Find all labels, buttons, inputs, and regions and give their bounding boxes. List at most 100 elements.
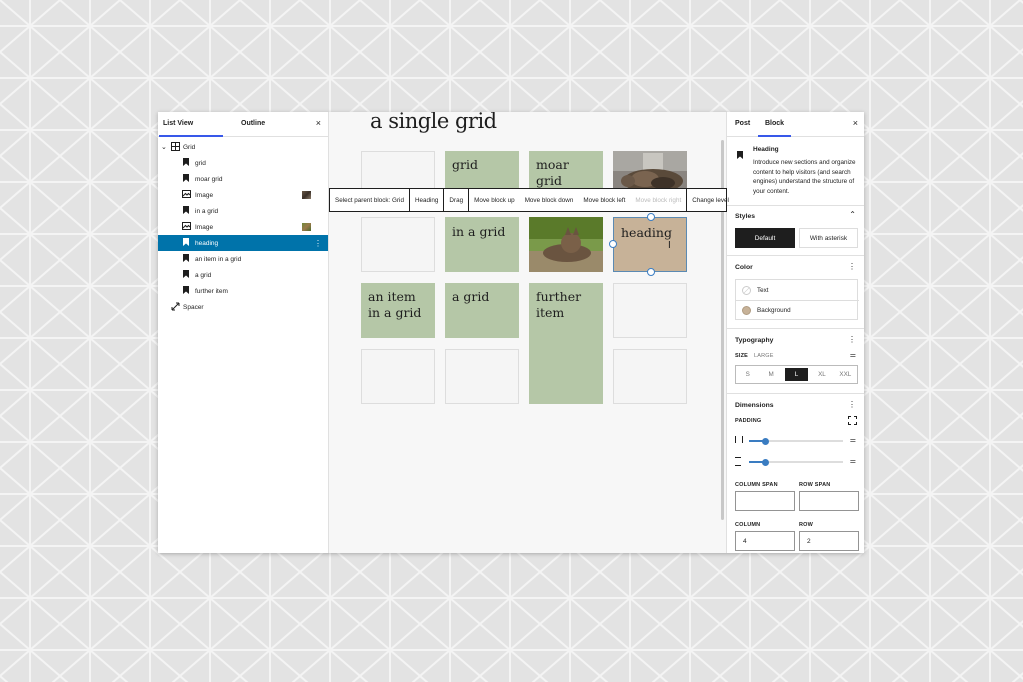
column-span-input[interactable] (735, 491, 795, 511)
list-item-heading[interactable]: an item in a grid (158, 251, 328, 267)
sliders-icon[interactable]: ⚌ (850, 457, 856, 465)
more-options-icon[interactable]: ⋮ (314, 239, 322, 248)
bookmark-icon (181, 158, 191, 168)
page-title[interactable]: a single grid (370, 112, 497, 133)
row-label: ROW (799, 522, 814, 528)
options-icon[interactable]: ⋮ (848, 335, 856, 344)
color-title: Color (735, 264, 753, 271)
grid-cell[interactable]: a grid (445, 283, 519, 338)
bookmark-icon (181, 254, 191, 264)
cat-outdoor-photo (529, 217, 603, 272)
move-down-button[interactable]: Move block down (520, 189, 579, 211)
color-item-label: Background (757, 306, 791, 314)
background-swatch-icon (742, 305, 751, 315)
list-item-label: a grid (195, 271, 212, 279)
block-name: Heading (753, 146, 779, 153)
close-icon[interactable]: × (316, 118, 321, 128)
size-option-s[interactable]: S (736, 366, 759, 383)
list-item-label: moar grid (195, 175, 223, 183)
horizontal-padding-slider[interactable] (749, 458, 843, 466)
resize-handle-top[interactable] (647, 213, 655, 221)
bookmark-icon (181, 270, 191, 280)
tab-post[interactable]: Post (735, 120, 750, 127)
tab-outline[interactable]: Outline (241, 120, 265, 127)
image-icon (181, 190, 191, 200)
list-item-heading[interactable]: moar grid (158, 171, 328, 187)
grid-cell[interactable]: an item in a grid (361, 283, 435, 338)
options-icon[interactable]: ⋮ (848, 400, 856, 409)
drag-handle[interactable]: Drag (444, 189, 470, 211)
block-type-button[interactable]: Heading (410, 189, 445, 211)
list-item-image[interactable]: Image (158, 219, 328, 235)
close-icon[interactable]: × (853, 118, 858, 128)
size-option-xl[interactable]: XL (810, 366, 833, 383)
grid-image-cat-outdoor[interactable] (529, 217, 603, 272)
column-span-label: COLUMN SPAN (735, 482, 778, 488)
color-options: Text Background (735, 279, 859, 320)
list-item-spacer[interactable]: Spacer (158, 299, 328, 315)
move-up-button[interactable]: Move block up (469, 189, 520, 211)
slider-thumb[interactable] (762, 437, 769, 445)
list-item-heading[interactable]: grid (158, 155, 328, 171)
list-item-heading[interactable]: further item (158, 283, 328, 299)
list-item-label: Spacer (183, 303, 204, 311)
text-color-option[interactable]: Text (736, 280, 859, 301)
color-item-label: Text (757, 286, 769, 294)
row-span-input[interactable] (799, 491, 859, 511)
resize-handle-left[interactable] (609, 240, 617, 248)
size-option-xxl[interactable]: XXL (834, 366, 857, 383)
grid-cell-empty[interactable] (361, 349, 435, 404)
tab-list-view[interactable]: List View (158, 120, 224, 137)
select-parent-button[interactable]: Select parent block: Grid (330, 189, 410, 211)
dimensions-title: Dimensions (735, 402, 774, 409)
bookmark-icon (181, 238, 191, 248)
list-item-label: Grid (183, 143, 196, 151)
grid-cell-empty[interactable] (445, 349, 519, 404)
size-option-l[interactable]: L (784, 368, 809, 381)
list-item-heading[interactable]: a grid (158, 267, 328, 283)
block-settings-panel: Post Block × Heading Introduce new secti… (726, 112, 864, 553)
image-thumbnail (302, 191, 311, 199)
tab-block[interactable]: Block (757, 120, 792, 137)
font-size-picker: S M L XL XXL (735, 365, 858, 384)
resize-icon (170, 302, 180, 313)
style-default-button[interactable]: Default (735, 228, 795, 248)
change-level-button[interactable]: Change level (687, 189, 734, 211)
link-sides-icon[interactable] (848, 416, 857, 425)
grid-cell-tall[interactable]: further item (529, 283, 603, 404)
chevron-down-icon[interactable]: ⌄ (161, 143, 167, 151)
size-label: SIZE (735, 353, 749, 359)
editor-window: List View Outline × ⌄ Grid grid moar gri… (158, 112, 864, 553)
list-item-label: in a grid (195, 207, 219, 215)
text-cursor-icon: I (668, 240, 671, 251)
bookmark-icon (181, 206, 191, 216)
row-input[interactable]: 2 (799, 531, 859, 551)
move-right-button: Move block right (630, 189, 688, 211)
typography-title: Typography (735, 337, 774, 344)
vertical-padding-slider[interactable] (749, 437, 843, 445)
grid-cell-empty[interactable] (613, 349, 687, 404)
list-item-grid[interactable]: ⌄ Grid (158, 139, 328, 155)
grid-cell-heading-selected[interactable]: heading (613, 217, 687, 272)
sliders-icon[interactable]: ⚌ (850, 351, 856, 359)
style-asterisk-button[interactable]: With asterisk (799, 228, 858, 248)
list-item-heading-selected[interactable]: heading ⋮ (158, 235, 328, 251)
list-item-heading[interactable]: in a grid (158, 203, 328, 219)
grid-cell[interactable]: in a grid (445, 217, 519, 272)
grid-cell-empty[interactable] (613, 283, 687, 338)
grid-cell-empty[interactable] (361, 217, 435, 272)
options-icon[interactable]: ⋮ (848, 262, 856, 271)
background-color-option[interactable]: Background (736, 300, 859, 320)
list-item-image[interactable]: Image (158, 187, 328, 203)
slider-thumb[interactable] (762, 458, 769, 466)
bookmark-icon (737, 146, 743, 164)
move-left-button[interactable]: Move block left (578, 189, 630, 211)
list-item-label: Image (195, 223, 214, 231)
styles-title[interactable]: Styles (735, 213, 755, 220)
size-option-m[interactable]: M (759, 366, 782, 383)
resize-handle-bottom[interactable] (647, 268, 655, 276)
column-input[interactable]: 4 (735, 531, 795, 551)
chevron-up-icon[interactable]: ⌃ (849, 210, 856, 219)
sliders-icon[interactable]: ⚌ (850, 436, 856, 444)
list-item-label: further item (195, 287, 228, 295)
